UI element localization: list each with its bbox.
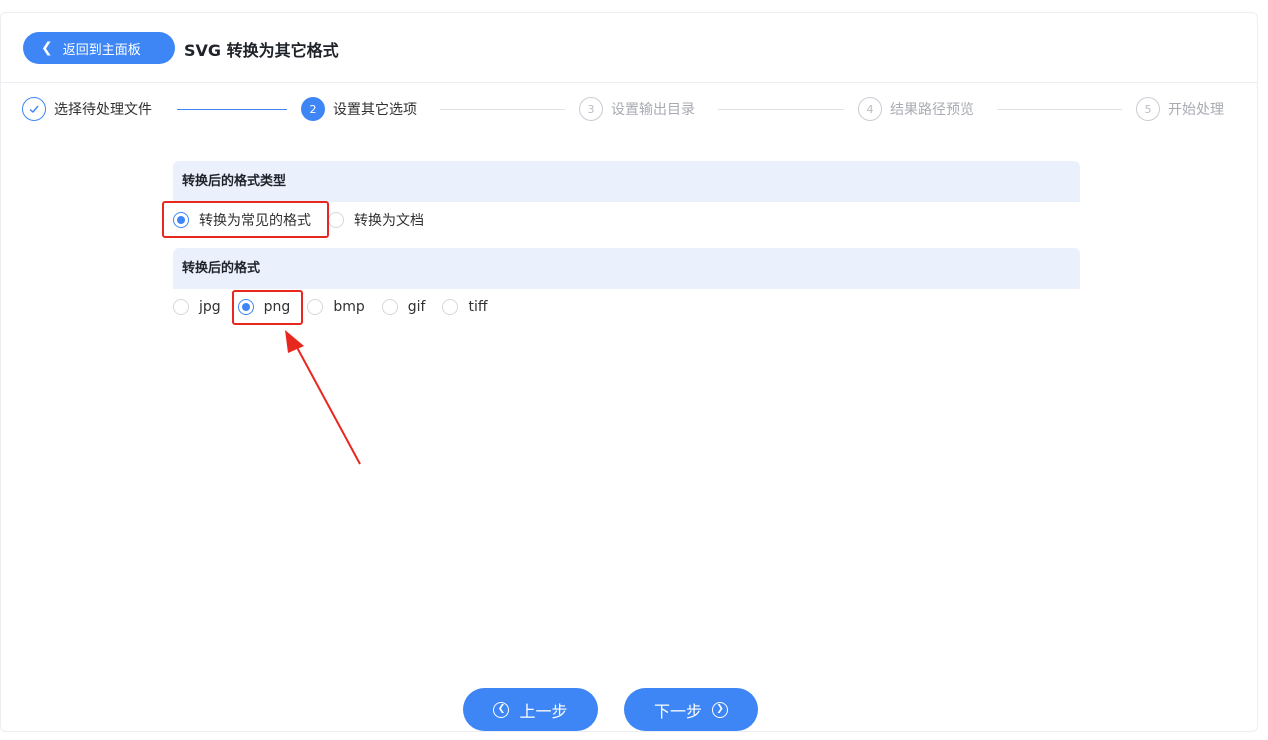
radio-tiff[interactable]: tiff [442,299,488,315]
step-number: 4 [858,97,882,121]
radio-label: gif [407,299,426,315]
step-other-options[interactable]: 2 设置其它选项 [301,96,417,122]
radio-label: jpg [199,299,221,315]
radio-label: tiff [468,299,488,315]
step-number: 3 [579,97,603,121]
step-connector [718,109,844,110]
step-preview[interactable]: 4 结果路径预览 [858,96,974,122]
radio-common-format[interactable]: 转换为常见的格式 [173,210,311,230]
chevron-left-icon: ❮ [41,40,53,56]
step-progress: 选择待处理文件 2 设置其它选项 3 设置输出目录 4 结果路径预览 5 开始处… [0,96,1258,126]
radio-dot[interactable] [381,299,398,315]
radio-dot[interactable] [442,299,459,315]
step-start[interactable]: 5 开始处理 [1136,96,1224,122]
step-connector [440,109,565,110]
prev-button-label: 上一步 [519,701,568,721]
radio-jpg[interactable]: jpg [173,299,221,315]
check-icon [22,97,46,121]
step-label: 结果路径预览 [890,102,974,118]
step-output-dir[interactable]: 3 设置输出目录 [579,96,695,122]
step-label: 设置输出目录 [611,102,695,118]
step-number: 2 [301,97,325,121]
step-label: 开始处理 [1168,102,1224,118]
radio-gif[interactable]: gif [381,299,426,315]
back-button-label: 返回到主面板 [62,42,141,58]
radio-dot[interactable] [173,299,189,315]
chevron-right-circle-icon: ❯ [712,701,728,718]
header-bar: ❮ 返回到主面板 SVG 转换为其它格式 [1,13,1257,83]
step-label: 选择待处理文件 [54,102,152,118]
previous-step-button[interactable]: ❮ 上一步 [463,688,598,731]
radio-document[interactable]: 转换为文档 [328,210,424,230]
step-select-files[interactable]: 选择待处理文件 [22,96,152,122]
format-heading: 转换后的格式 [173,248,1080,289]
radio-label: bmp [333,299,365,315]
radio-png[interactable]: png [237,299,291,315]
radio-bmp[interactable]: bmp [307,299,365,315]
step-connector [997,109,1122,110]
radio-dot[interactable] [307,299,324,315]
radio-label: 转换为常见的格式 [199,213,311,229]
format-type-heading: 转换后的格式类型 [173,161,1080,202]
radio-label: png [263,299,291,315]
back-to-dashboard-button[interactable]: ❮ 返回到主面板 [23,32,175,64]
next-step-button[interactable]: 下一步 ❯ [624,688,758,731]
format-group: jpg png bmp gif tiff [173,295,505,319]
chevron-left-circle-icon: ❮ [493,701,510,718]
radio-label: 转换为文档 [354,213,424,229]
page-title: SVG 转换为其它格式 [184,41,339,60]
step-connector [177,109,287,110]
next-button-label: 下一步 [653,701,702,721]
radio-dot[interactable] [328,212,344,228]
step-number: 5 [1136,97,1160,121]
format-type-group: 转换为常见的格式 转换为文档 [173,208,441,232]
radio-dot[interactable] [173,212,189,228]
step-label: 设置其它选项 [333,102,417,118]
radio-dot[interactable] [237,299,254,315]
